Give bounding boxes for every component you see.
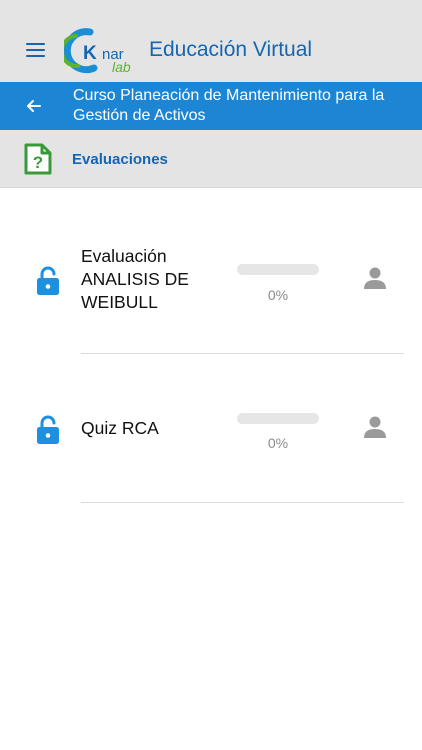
evaluation-item[interactable]: Quiz RCA 0%	[0, 355, 422, 505]
person-icon	[362, 265, 388, 291]
progress-label: 0%	[267, 435, 289, 451]
divider	[81, 353, 404, 354]
arrow-left-icon	[27, 100, 41, 112]
evaluation-item[interactable]: Evaluación ANALISIS DE WEIBULL 0%	[0, 205, 422, 355]
progress-bar	[237, 413, 319, 424]
back-button[interactable]	[22, 94, 46, 118]
knarlab-logo: K nar lab	[59, 26, 142, 76]
question-document-icon: ?	[22, 142, 54, 176]
svg-text:?: ?	[33, 153, 43, 172]
svg-text:K: K	[83, 43, 97, 64]
divider	[81, 502, 404, 503]
menu-button[interactable]	[24, 41, 48, 61]
course-bar: Curso Planeación de Mantenimiento para l…	[0, 82, 422, 130]
evaluation-title: Quiz RCA	[81, 418, 159, 438]
progress-bar	[237, 264, 319, 275]
section-header: ? Evaluaciones	[0, 130, 422, 188]
lock-open-icon	[36, 266, 60, 296]
section-title: Evaluaciones	[72, 151, 168, 168]
app-header: K nar lab Educación Virtual	[0, 0, 422, 82]
course-title: Curso Planeación de Mantenimiento para l…	[73, 87, 385, 124]
evaluation-title: Evaluación ANALISIS DE WEIBULL	[81, 246, 189, 312]
person-icon	[362, 414, 388, 440]
lock-open-icon	[36, 415, 60, 445]
app-title: Educación Virtual	[149, 38, 313, 61]
svg-text:lab: lab	[112, 59, 131, 75]
progress-label: 0%	[267, 287, 289, 303]
